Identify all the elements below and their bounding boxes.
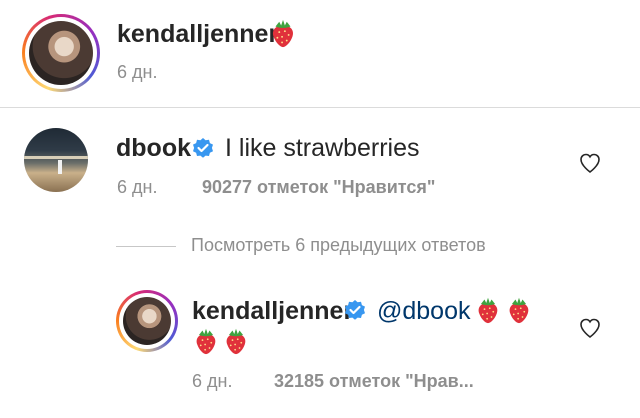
divider [0, 107, 640, 108]
post-time: 6 дн. [117, 62, 158, 82]
comment-time: 6 дн. [117, 177, 158, 197]
strawberry-emoji [474, 296, 502, 324]
comment-likes[interactable]: 90277 отметок "Нравится" [202, 177, 435, 198]
reply-username[interactable]: kendalljenner [192, 297, 353, 326]
view-replies-button[interactable]: Посмотреть 6 предыдущих ответов [191, 235, 486, 256]
reply-time: 6 дн. [192, 371, 233, 391]
post-username[interactable]: kendalljenner [117, 20, 278, 49]
comment-text: I like strawberries [225, 134, 420, 162]
strawberry-emoji [192, 327, 220, 355]
strawberry-emoji [268, 18, 298, 48]
strawberry-emoji [222, 327, 250, 355]
avatar[interactable] [22, 14, 100, 92]
verified-badge-icon [343, 299, 367, 323]
heart-icon[interactable] [578, 151, 602, 175]
comment-username[interactable]: dbook [116, 134, 191, 163]
replies-line [116, 246, 176, 247]
avatar[interactable] [24, 128, 88, 192]
verified-badge-icon [191, 137, 215, 161]
avatar[interactable] [116, 290, 178, 352]
heart-icon[interactable] [578, 316, 602, 340]
reply-mention[interactable]: @dbook [377, 297, 471, 326]
strawberry-emoji [505, 296, 533, 324]
reply-likes[interactable]: 32185 отметок "Нрав... [274, 371, 474, 392]
